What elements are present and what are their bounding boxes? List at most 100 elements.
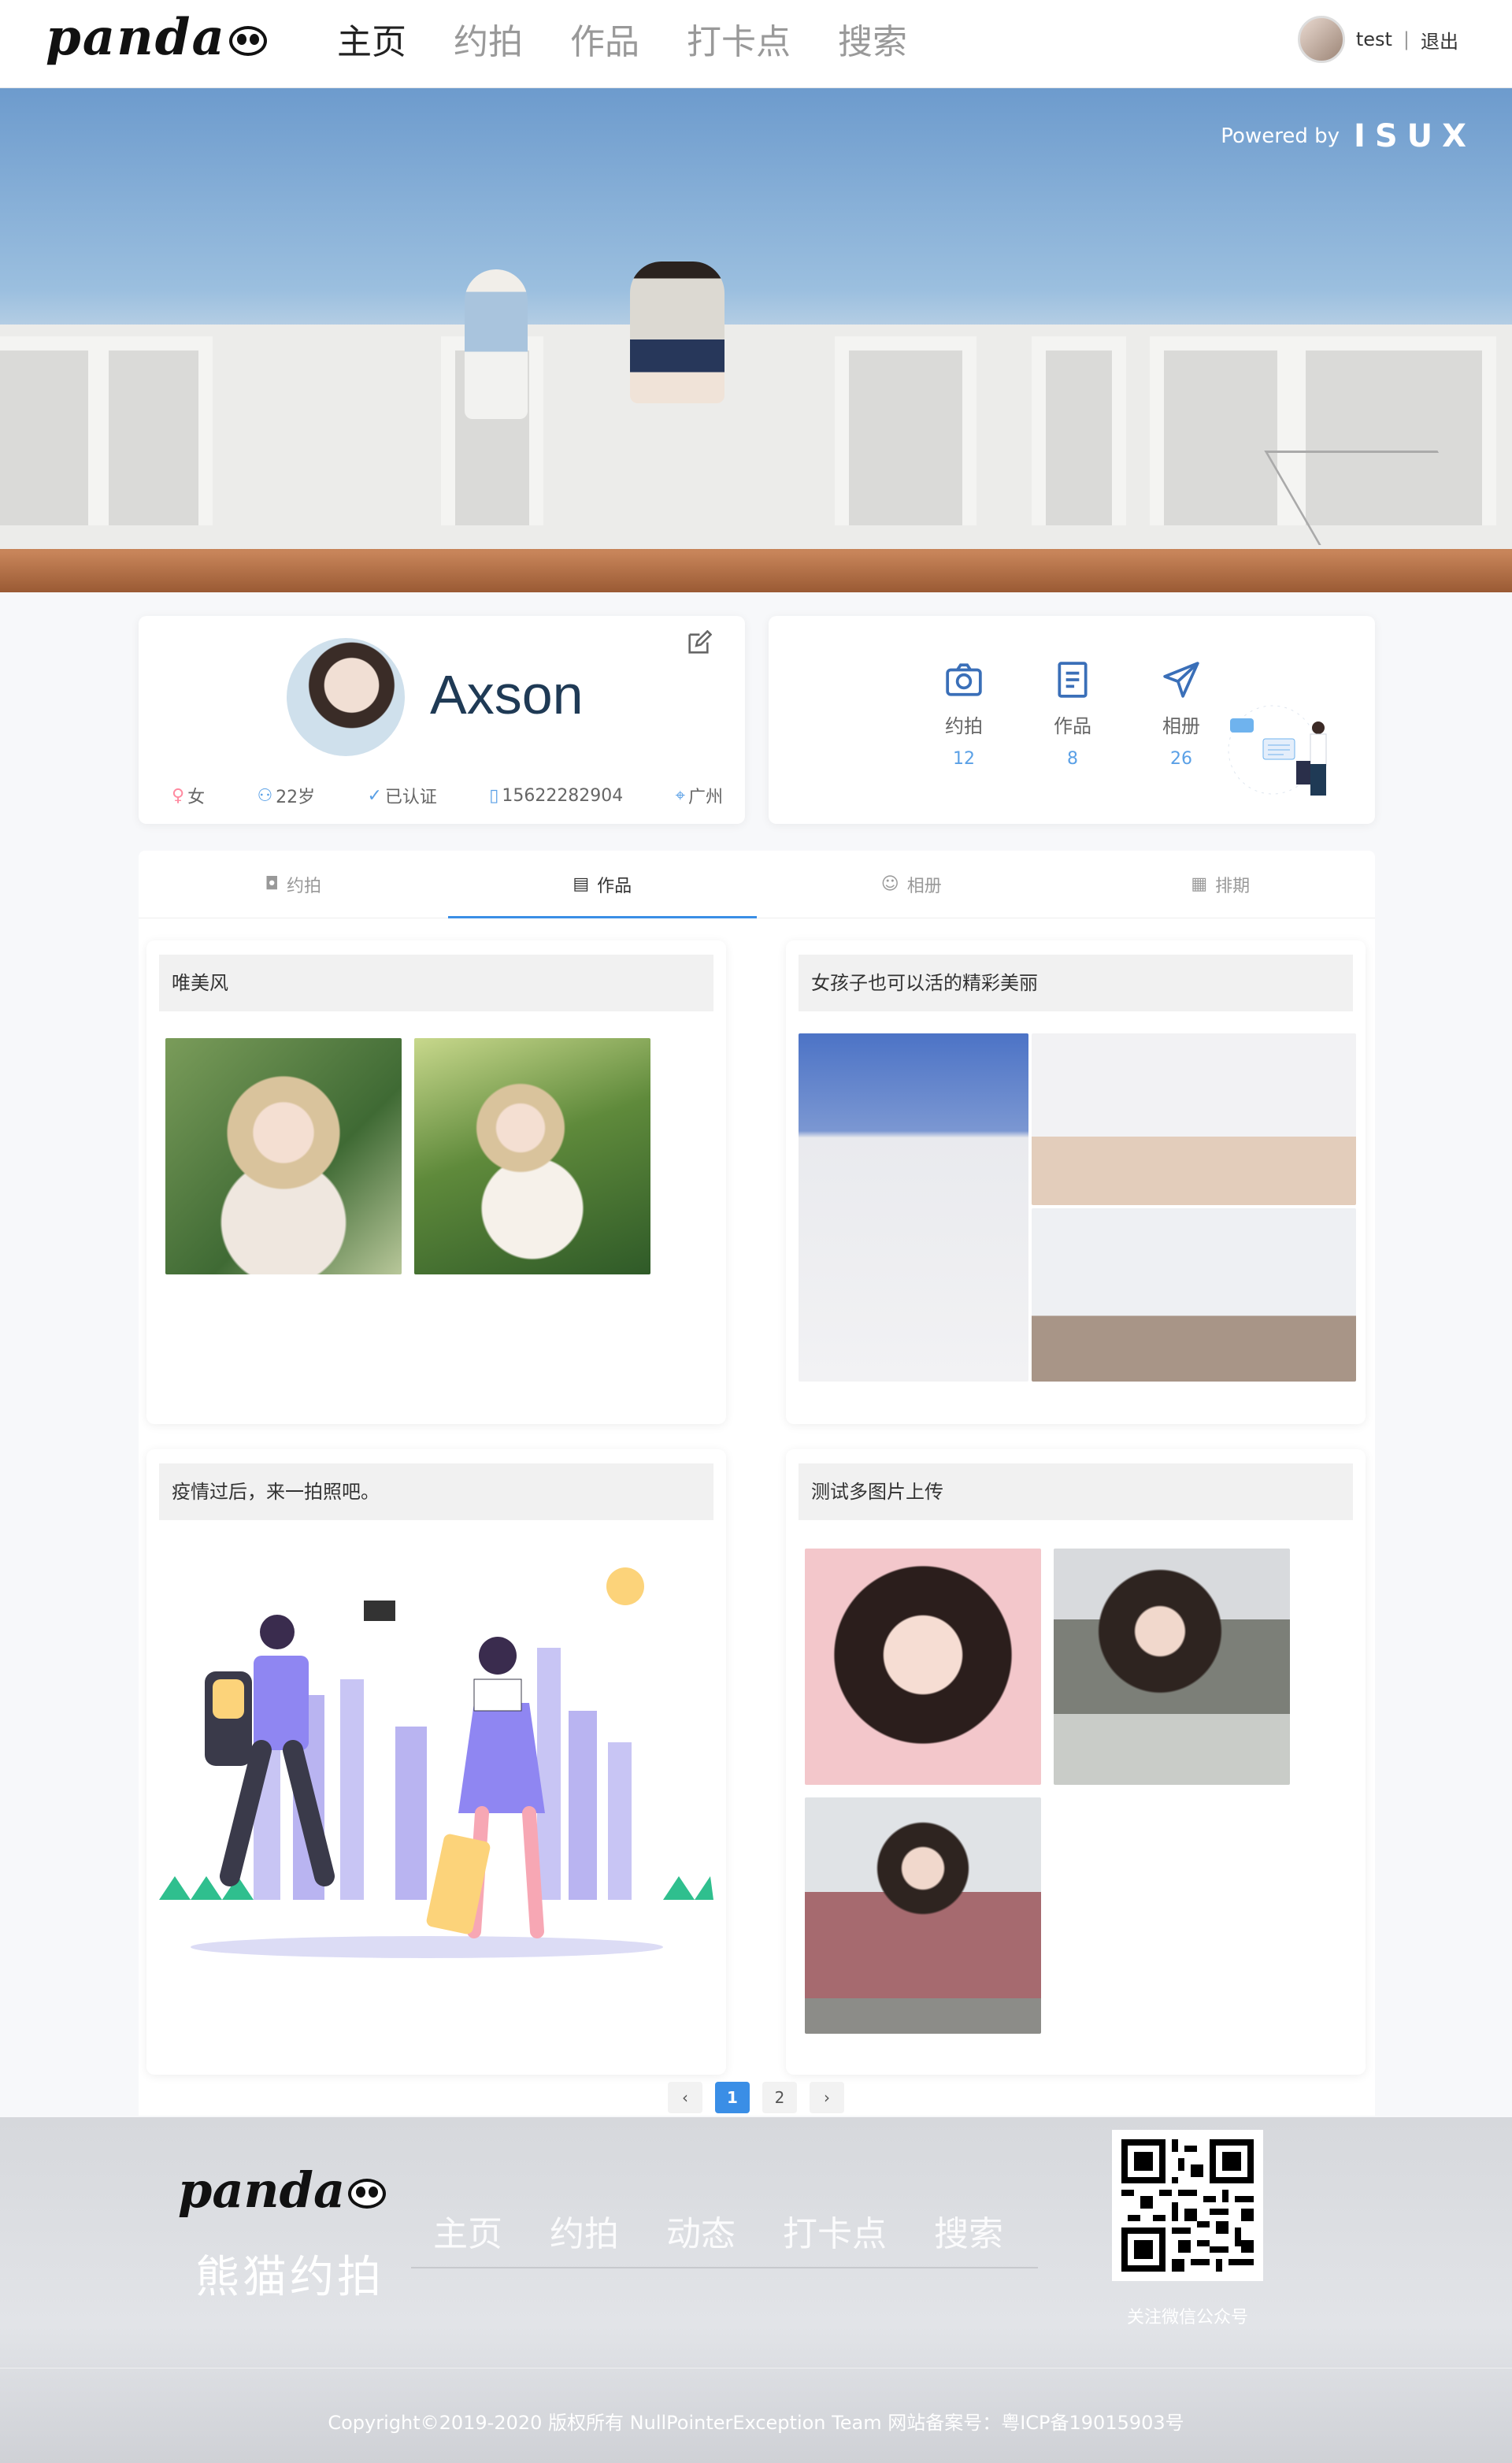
work-card[interactable]: 女孩子也可以活的精彩美丽 xyxy=(786,940,1366,1424)
stat-albums[interactable]: 相册 26 xyxy=(1134,660,1228,769)
nav-search[interactable]: 搜索 xyxy=(838,19,907,66)
stat-works[interactable]: 作品 8 xyxy=(1025,660,1120,769)
tab-works[interactable]: ▤ 作品 xyxy=(447,851,758,918)
gender-value: 女 xyxy=(187,788,206,807)
banner-pillar xyxy=(835,336,976,525)
stats-card: 约拍 12 作品 8 相册 26 xyxy=(769,616,1375,824)
qr-label: 关注微信公众号 xyxy=(1126,2308,1248,2328)
work-title: 测试多图片上传 xyxy=(799,1463,1353,1520)
tab-label: 相册 xyxy=(906,876,942,896)
panda-icon xyxy=(348,2179,387,2209)
nav-works[interactable]: 作品 xyxy=(570,19,639,66)
document-icon xyxy=(1058,662,1088,698)
banner-pillar xyxy=(1032,336,1126,525)
nav-checkin[interactable]: 打卡点 xyxy=(687,19,791,66)
profile-avatar xyxy=(287,638,405,756)
work-photo[interactable] xyxy=(1032,1208,1356,1382)
prev-page-button[interactable]: ‹ xyxy=(668,2082,702,2113)
check-icon: ✓ xyxy=(367,785,382,806)
person-icon: ⚇ xyxy=(257,785,273,806)
powered-by-label: Powered by xyxy=(1221,124,1340,148)
edit-icon[interactable] xyxy=(685,630,712,657)
stat-label: 相册 xyxy=(1162,715,1200,737)
logo-text: panda xyxy=(178,2161,346,2219)
page-button[interactable]: 1 xyxy=(715,2082,750,2113)
verified-info: ✓ 已认证 xyxy=(367,783,436,808)
avatar[interactable] xyxy=(1297,16,1345,63)
work-title: 唯美风 xyxy=(159,955,713,1011)
city-value: 广州 xyxy=(687,788,723,807)
footer-subtitle: 熊猫约拍 xyxy=(195,2252,384,2303)
next-page-button[interactable]: › xyxy=(810,2082,844,2113)
nav-home[interactable]: 主页 xyxy=(337,19,406,66)
phone-icon: ▯ xyxy=(489,785,499,806)
powered-by: Powered by ISUX xyxy=(1221,118,1476,154)
logo-text: panda xyxy=(46,8,226,67)
profile-card: Axson ♀ 女 ⚇ 22岁 ✓ 已认证 ▯ 15622282904 ⌖ 广州 xyxy=(139,616,745,824)
verified-value: 已认证 xyxy=(384,788,437,807)
footer-nav-shoot[interactable]: 约拍 xyxy=(550,2205,619,2256)
document-icon: ▤ xyxy=(573,874,590,894)
work-photo[interactable] xyxy=(805,1549,1041,1785)
camera-icon xyxy=(946,663,982,696)
female-icon: ♀ xyxy=(172,785,185,806)
tab-shoots[interactable]: ◘ 约拍 xyxy=(139,851,448,918)
age-info: ⚇ 22岁 xyxy=(257,783,315,808)
tab-schedule[interactable]: ▦ 排期 xyxy=(1066,851,1376,918)
work-photo[interactable] xyxy=(805,1797,1041,2034)
city-info: ⌖ 广州 xyxy=(676,783,723,808)
work-photo[interactable] xyxy=(1054,1549,1290,1785)
footer-nav-feed[interactable]: 动态 xyxy=(666,2205,736,2256)
panda-icon xyxy=(228,26,267,56)
footer-logo[interactable]: panda xyxy=(178,2161,387,2219)
page-button[interactable]: 2 xyxy=(762,2082,797,2113)
stat-label: 作品 xyxy=(1054,715,1091,737)
profile-meta: ♀ 女 ⚇ 22岁 ✓ 已认证 ▯ 15622282904 ⌖ 广州 xyxy=(172,783,723,808)
stat-label: 约拍 xyxy=(945,715,983,737)
username[interactable]: test xyxy=(1356,28,1392,50)
wechat-qr-code xyxy=(1112,2130,1263,2281)
nav-shoot[interactable]: 约拍 xyxy=(454,19,523,66)
work-photo[interactable] xyxy=(799,1033,1028,1382)
copyright: Copyright©2019-2020 版权所有 NullPointerExce… xyxy=(328,2412,1184,2434)
phone-value: 15622282904 xyxy=(502,785,624,806)
stat-count: 8 xyxy=(1067,749,1078,769)
tab-label: 排期 xyxy=(1215,876,1251,896)
calendar-icon: ▦ xyxy=(1191,874,1208,894)
site-footer: panda 熊猫约拍 主页 约拍 动态 打卡点 搜索 关注微信公众号 Copyr… xyxy=(0,2117,1512,2463)
gender-info: ♀ 女 xyxy=(172,783,205,808)
work-photo[interactable] xyxy=(1032,1033,1356,1205)
location-icon: ⌖ xyxy=(675,785,685,806)
pagination: ‹ 1 2 › xyxy=(668,2082,844,2113)
work-card[interactable]: 唯美风 xyxy=(146,940,726,1424)
works-panel: 唯美风 女孩子也可以活的精彩美丽 疫情过后，来一拍照吧。 测试多图片上传 xyxy=(139,918,1375,2116)
work-card[interactable]: 疫情过后，来一拍照吧。 xyxy=(146,1449,726,2075)
hero-banner: Powered by ISUX xyxy=(0,88,1512,592)
banner-pillar xyxy=(0,336,102,525)
profile-tabs: ◘ 约拍 ▤ 作品 ☺ 相册 ▦ 排期 xyxy=(139,851,1375,918)
work-photo[interactable] xyxy=(414,1038,650,1274)
camera-icon: ◘ xyxy=(265,874,279,894)
stat-count: 26 xyxy=(1170,749,1192,769)
site-logo[interactable]: panda xyxy=(46,8,274,68)
tab-label: 作品 xyxy=(597,876,632,896)
travel-illustration[interactable] xyxy=(159,1538,713,1979)
banner-girl-left xyxy=(465,269,528,419)
tab-albums[interactable]: ☺ 相册 xyxy=(757,851,1066,918)
logout-link[interactable]: 退出 xyxy=(1421,26,1458,54)
send-icon xyxy=(1163,662,1199,698)
footer-nav-search[interactable]: 搜索 xyxy=(934,2205,1003,2256)
work-photo[interactable] xyxy=(165,1038,402,1274)
banner-pillar xyxy=(1150,336,1292,525)
stat-shoots[interactable]: 约拍 12 xyxy=(917,660,1011,769)
stat-count: 12 xyxy=(953,749,975,769)
footer-nav-checkin[interactable]: 打卡点 xyxy=(783,2205,887,2256)
tab-label: 约拍 xyxy=(286,876,321,896)
main-nav: 主页 约拍 作品 打卡点 搜索 xyxy=(337,19,907,66)
top-header: panda 主页 约拍 作品 打卡点 搜索 test | 退出 xyxy=(0,0,1512,88)
footer-nav-home[interactable]: 主页 xyxy=(433,2205,502,2256)
footer-nav: 主页 约拍 动态 打卡点 搜索 xyxy=(411,2205,1038,2268)
work-card[interactable]: 测试多图片上传 xyxy=(786,1449,1366,2075)
qr-code-icon xyxy=(1121,2139,1254,2272)
profile-name: Axson xyxy=(430,664,584,725)
